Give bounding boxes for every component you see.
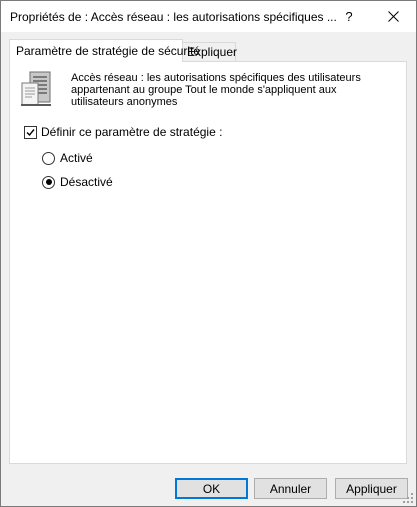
define-policy-label: Définir ce paramètre de stratégie : bbox=[41, 125, 223, 139]
disabled-label: Désactivé bbox=[60, 175, 113, 189]
close-icon bbox=[387, 11, 399, 22]
cancel-button[interactable]: Annuler bbox=[254, 478, 327, 499]
properties-dialog: Propriétés de : Accès réseau : les autor… bbox=[0, 0, 417, 507]
server-policy-icon bbox=[21, 71, 51, 106]
disabled-option[interactable]: Désactivé bbox=[42, 175, 113, 189]
ok-button[interactable]: OK bbox=[175, 478, 248, 499]
define-policy-checkbox[interactable] bbox=[24, 125, 37, 139]
title-bar[interactable]: Propriétés de : Accès réseau : les autor… bbox=[1, 1, 416, 32]
disabled-radio[interactable] bbox=[42, 175, 55, 189]
window-title: Propriétés de : Accès réseau : les autor… bbox=[10, 10, 337, 24]
checkmark-icon bbox=[26, 128, 35, 136]
apply-button[interactable]: Appliquer bbox=[335, 478, 408, 499]
tab-panel: Accès réseau : les autorisations spécifi… bbox=[9, 61, 407, 464]
enabled-option[interactable]: Activé bbox=[42, 151, 93, 165]
tab-security-policy-setting[interactable]: Paramètre de stratégie de sécurité bbox=[9, 39, 200, 62]
enabled-label: Activé bbox=[60, 151, 93, 165]
help-button[interactable]: ? bbox=[331, 1, 367, 32]
define-policy-row[interactable]: Définir ce paramètre de stratégie : bbox=[24, 125, 222, 139]
close-button[interactable] bbox=[370, 1, 416, 32]
resize-grip-icon[interactable] bbox=[402, 492, 414, 504]
policy-description: Accès réseau : les autorisations spécifi… bbox=[71, 72, 361, 108]
enabled-radio[interactable] bbox=[42, 151, 55, 165]
